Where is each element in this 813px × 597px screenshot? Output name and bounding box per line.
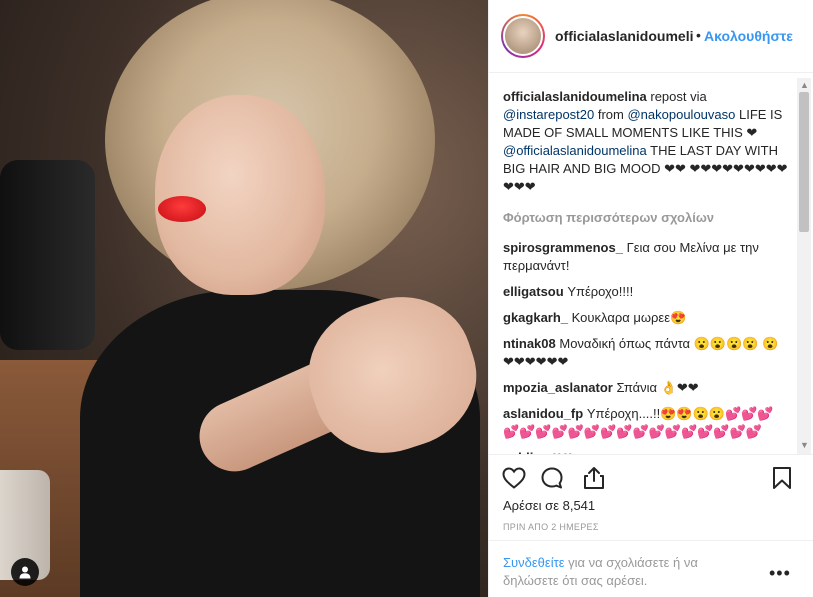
avatar[interactable]	[501, 14, 545, 58]
photo-lips	[158, 196, 206, 222]
comment-bubble-icon[interactable]	[539, 465, 565, 491]
avatar-image	[503, 16, 543, 56]
comment-item: aslanidou_fp Υπέροχη....!!😍😍😮😮💕💕💕💕💕💕💕💕💕💕…	[503, 405, 788, 441]
comment-item: mpozia_aslanator Σπάνια 👌❤❤	[503, 379, 788, 397]
bookmark-icon[interactable]	[769, 465, 795, 491]
login-prompt: Συνδεθείτε για να σχολιάσετε ή να δηλώσε…	[489, 540, 813, 597]
caption-username[interactable]: officialaslanidoumelina	[503, 89, 647, 104]
follow-button[interactable]: Ακολουθήστε	[704, 28, 793, 44]
mention-link[interactable]: @officialaslanidoumelina	[503, 143, 647, 158]
login-text: Συνδεθείτε για να σχολιάσετε ή να δηλώσε…	[503, 554, 753, 590]
caption: officialaslanidoumelina repost via @inst…	[503, 88, 788, 196]
comment-item: elligatsou Υπέροχο!!!!	[503, 283, 788, 301]
scrollbar-thumb[interactable]	[799, 92, 809, 232]
separator-dot: •	[696, 27, 701, 43]
comment-username[interactable]: ntinak08	[503, 336, 556, 351]
header-username[interactable]: officialaslanidoumeli	[555, 28, 695, 44]
comment-username[interactable]: spirosgrammenos_	[503, 240, 623, 255]
comment-text: Κουκλαρα μωρεε😍	[571, 310, 687, 325]
post-photo[interactable]	[0, 0, 488, 597]
post-header: officialaslanidoumeli • Ακολουθήστε	[489, 0, 813, 73]
comment-text: Υπέροχο!!!!	[567, 284, 634, 299]
comment-item: ntinak08 Μοναδική όπως πάντα 😮😮😮😮 😮❤❤❤❤❤…	[503, 335, 788, 371]
caption-text-1: repost via	[646, 89, 707, 104]
comment-item: gkagkarh_ Κουκλαρα μωρεε😍	[503, 309, 788, 327]
comments-scrollbar[interactable]: ▲ ▼	[797, 78, 811, 454]
user-tag-icon[interactable]	[11, 558, 39, 586]
login-link[interactable]: Συνδεθείτε	[503, 555, 565, 570]
comment-item: spirosgrammenos_ Γεια σου Μελίνα με την …	[503, 239, 788, 275]
post-side-panel: officialaslanidoumeli • Ακολουθήστε offi…	[488, 0, 813, 597]
comment-text: Σπάνια 👌❤❤	[616, 380, 699, 395]
photo-chair	[0, 160, 95, 350]
caption-text-2: from	[594, 107, 628, 122]
more-options-icon[interactable]: •••	[769, 563, 791, 584]
action-bar	[489, 454, 813, 499]
comment-username[interactable]: elligatsou	[503, 284, 564, 299]
instagram-post-modal: officialaslanidoumeli • Ακολουθήστε offi…	[0, 0, 813, 597]
scroll-up-arrow-icon[interactable]: ▲	[800, 80, 809, 90]
scroll-down-arrow-icon[interactable]: ▼	[800, 440, 809, 450]
mention-link[interactable]: @instarepost20	[503, 107, 594, 122]
heart-icon[interactable]	[501, 465, 527, 491]
share-icon[interactable]	[581, 465, 607, 491]
mention-link[interactable]: @nakopoulouvaso	[627, 107, 735, 122]
post-timestamp[interactable]: ΠΡΙΝ ΑΠΟ 2 ΗΜΕΡΕΣ	[503, 522, 599, 532]
comments-section: officialaslanidoumelina repost via @inst…	[489, 74, 813, 454]
photo-face	[155, 95, 325, 295]
comment-username[interactable]: gkagkarh_	[503, 310, 568, 325]
comment-username[interactable]: aslanidou_fp	[503, 406, 583, 421]
load-more-comments-button[interactable]: Φόρτωση περισσότερων σχολίων	[503, 209, 788, 227]
likes-count[interactable]: Αρέσει σε 8,541	[503, 498, 595, 513]
comment-username[interactable]: mpozia_aslanator	[503, 380, 613, 395]
